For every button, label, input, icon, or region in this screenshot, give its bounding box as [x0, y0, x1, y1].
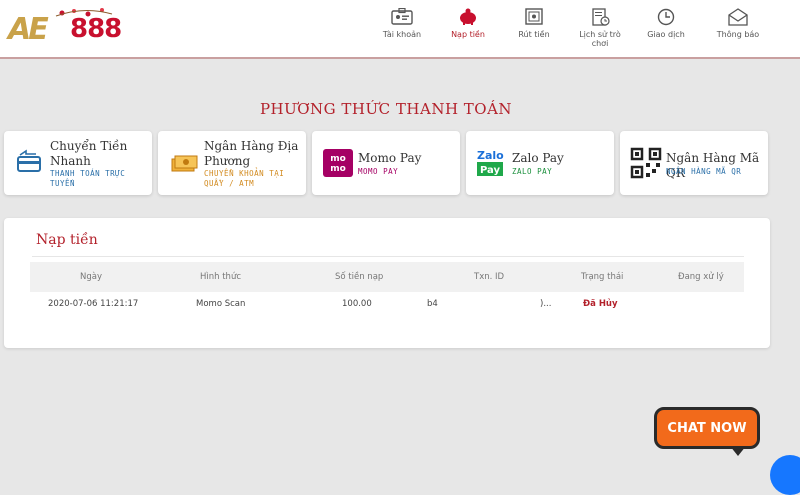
column-header-method: Hình thức	[200, 272, 242, 282]
payment-method-momo[interactable]: mo mo Momo Pay MOMO PAY	[312, 131, 460, 195]
payment-method-name: Momo Pay	[358, 151, 422, 165]
card-transfer-icon	[17, 149, 41, 172]
cash-icon	[171, 155, 198, 172]
logo-text-ae: AE	[8, 12, 49, 47]
payment-method-subtitle: NGÂN HÀNG MÃ QR	[666, 167, 742, 176]
column-header-status: Trạng thái	[581, 272, 624, 282]
payment-method-local-bank[interactable]: Ngân Hàng Địa Phương CHUYỂN KHOẢN TẠI QU…	[158, 131, 306, 195]
qr-code-icon	[630, 147, 662, 179]
id-card-icon	[391, 8, 413, 25]
cell-txn-id-end: )...	[540, 299, 552, 309]
payment-method-name: Zalo Pay	[512, 151, 564, 165]
payment-method-subtitle: THANH TOÁN TRỰC TUYẾN	[50, 169, 126, 188]
svg-text:mo: mo	[330, 154, 346, 164]
chat-widget-icon[interactable]	[770, 455, 800, 495]
chat-bubble-tail	[730, 446, 746, 456]
payment-method-zalopay[interactable]: Zalo Pay Zalo Pay ZALO PAY	[466, 131, 614, 195]
payment-method-name: Chuyển Tiền Nhanh	[50, 139, 128, 168]
safe-icon	[525, 8, 543, 25]
history-doc-icon	[592, 8, 610, 26]
nav-transactions[interactable]: Giao dịch	[636, 8, 696, 39]
deposit-history-panel: Nạp tiền Ngày Hình thức Số tiền nạp Txn.…	[4, 218, 770, 348]
momo-logo-icon: mo mo	[323, 149, 353, 177]
column-header-date: Ngày	[80, 272, 102, 282]
column-header-amount: Số tiền nạp	[335, 272, 384, 282]
logo-text-888: 888	[70, 14, 122, 44]
piggy-bank-icon	[460, 8, 476, 25]
svg-text:mo: mo	[330, 164, 346, 174]
site-logo[interactable]: AE 888	[8, 8, 138, 47]
zalopay-logo-icon: Zalo Pay	[477, 149, 504, 176]
payment-method-name: Ngân Hàng Địa Phương	[204, 139, 299, 168]
payment-method-subtitle: ZALO PAY	[512, 167, 553, 176]
payment-methods-title: PHƯƠNG THỨC THANH TOÁN	[259, 100, 513, 118]
deposit-table-header: Ngày Hình thức Số tiền nạp Txn. ID Trạng…	[30, 262, 744, 292]
svg-text:Zalo: Zalo	[477, 149, 504, 162]
table-row[interactable]: 2020-07-06 11:21:17 Momo Scan 100.00 b4 …	[30, 296, 744, 314]
payment-method-subtitle: CHUYỂN KHOẢN TẠI QUẦY / ATM	[204, 169, 285, 188]
payment-method-qr-bank[interactable]: Ngân Hàng Mã QR NGÂN HÀNG MÃ QR	[620, 131, 768, 195]
payment-method-subtitle: MOMO PAY	[358, 167, 399, 176]
payment-method-fast-transfer[interactable]: Chuyển Tiền Nhanh THANH TOÁN TRỰC TUYẾN	[4, 131, 152, 195]
cell-txn-id-start: b4	[427, 299, 438, 309]
column-header-processing: Đang xử lý	[678, 272, 724, 282]
payment-methods-list: Chuyển Tiền Nhanh THANH TOÁN TRỰC TUYẾN …	[4, 131, 770, 195]
nav-notifications[interactable]: Thông báo	[708, 8, 768, 39]
nav-label: Rút tiền	[518, 30, 550, 39]
top-header: AE 888 Tài khoản Nạp tiền Rút tiền Lịch …	[0, 0, 800, 59]
nav-label: Thông báo	[716, 30, 760, 39]
column-header-txn-id: Txn. ID	[474, 272, 505, 282]
cell-amount: 100.00	[342, 299, 372, 309]
clock-icon	[657, 8, 675, 26]
chat-now-button[interactable]: CHAT NOW	[654, 407, 760, 449]
deposit-panel-title: Nạp tiền	[36, 232, 98, 248]
nav-account[interactable]: Tài khoản	[372, 8, 432, 39]
cell-status: Đã Hủy	[583, 299, 618, 309]
cell-method: Momo Scan	[196, 299, 246, 309]
nav-game-history[interactable]: Lịch sử trò chơi	[570, 8, 630, 48]
mail-icon	[728, 8, 748, 26]
nav-label: Nạp tiền	[451, 30, 485, 39]
cell-date: 2020-07-06 11:21:17	[48, 299, 139, 309]
nav-label: Tài khoản	[382, 30, 422, 39]
nav-label: Giao dịch	[647, 30, 685, 39]
nav-label: Lịch sử trò chơi	[579, 30, 621, 48]
divider	[32, 256, 744, 257]
nav-withdraw[interactable]: Rút tiền	[504, 8, 564, 39]
nav-deposit[interactable]: Nạp tiền	[438, 8, 498, 39]
chat-now-label: CHAT NOW	[667, 421, 747, 436]
svg-text:Pay: Pay	[480, 165, 501, 176]
